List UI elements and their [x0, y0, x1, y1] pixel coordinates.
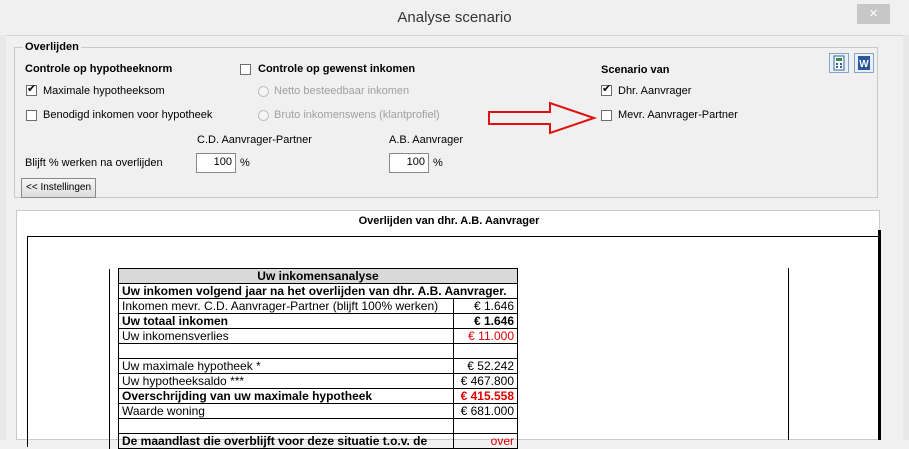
calculator-icon-glyph [833, 55, 845, 71]
row-label: Overschrijding van uw maximale hypotheek [118, 388, 454, 404]
row-value: € 52.242 [453, 358, 518, 374]
table-row: Uw totaal inkomen € 1.646 [109, 313, 518, 329]
scenario-van-heading: Scenario van [601, 64, 670, 76]
table-row: Overschrijding van uw maximale hypotheek… [109, 388, 518, 404]
row-value: € 467.800 [453, 373, 518, 389]
check-mark-icon: ✔ [602, 83, 612, 95]
row-value: over [453, 433, 518, 449]
row-label: Uw inkomensverlies [118, 328, 454, 344]
benodigd-inkomen-label: Benodigd inkomen voor hypotheek [43, 109, 213, 121]
row-label: De maandlast die overblijft voor deze si… [118, 433, 454, 449]
maximale-hypotheeksom-checkbox[interactable]: ✔ [26, 83, 37, 96]
word-icon[interactable]: W [854, 53, 874, 73]
table-header: Uw inkomensanalyse [118, 268, 518, 284]
partner-column-header: C.D. Aanvrager-Partner [197, 134, 312, 146]
table-row [109, 418, 518, 434]
row-label: Uw maximale hypotheek * [118, 358, 454, 374]
hypotheeknorm-heading: Controle op hypotheeknorm [25, 63, 173, 75]
maximale-hypotheeksom-label: Maximale hypotheeksom [43, 85, 165, 97]
row-label: Uw totaal inkomen [118, 313, 454, 329]
table-row: De maandlast die overblijft voor deze si… [109, 433, 518, 449]
table-row [109, 343, 518, 359]
table-row: Uw inkomen volgend jaar na het overlijde… [109, 283, 518, 299]
report-title: Overlijden van dhr. A.B. Aanvrager [358, 215, 540, 227]
row-label: Waarde woning [118, 403, 454, 419]
check-mark-icon: ✔ [27, 83, 37, 95]
calculator-icon[interactable] [829, 53, 849, 73]
row-label: Uw hypotheeksaldo *** [118, 373, 454, 389]
window-border-right [903, 35, 909, 440]
bruto-inkomenswens-label: Bruto inkomenswens (klantprofiel) [274, 109, 440, 121]
row-value: € 11.000 [453, 328, 518, 344]
aanvrager-percent-sign: % [433, 157, 443, 169]
row-value: € 681.000 [453, 403, 518, 419]
dhr-aanvrager-label: Dhr. Aanvrager [618, 85, 692, 97]
window-border-left [0, 35, 6, 440]
table-row: Uw inkomensverlies € 11.000 [109, 328, 518, 344]
dhr-aanvrager-checkbox[interactable]: ✔ [601, 83, 612, 96]
netto-besteedbaar-label: Netto besteedbaar inkomen [274, 85, 410, 97]
netto-besteedbaar-radio[interactable] [258, 86, 269, 97]
title-bar: Analyse scenario × [0, 0, 909, 36]
table-right-border [788, 268, 789, 440]
row-value: € 1.646 [453, 298, 518, 314]
partner-percentage-input[interactable]: 100 [196, 153, 236, 173]
svg-text:W: W [859, 59, 869, 70]
report-page-edge [878, 230, 881, 440]
close-button[interactable]: × [857, 4, 890, 24]
blijft-werken-label: Blijft % werken na overlijden [25, 157, 163, 169]
table-row: Uw maximale hypotheek * € 52.242 [109, 358, 518, 374]
instellingen-button[interactable]: << Instellingen [21, 178, 97, 198]
row-value: € 415.558 [453, 388, 518, 404]
bruto-inkomenswens-radio[interactable] [258, 110, 269, 121]
word-icon-glyph: W [858, 56, 870, 70]
table-row: Uw hypotheeksaldo *** € 467.800 [109, 373, 518, 389]
table-row: Waarde woning € 681.000 [109, 403, 518, 419]
subheader-cell: Uw inkomen volgend jaar na het overlijde… [118, 283, 518, 299]
income-analysis-table: Uw inkomensanalyse Uw inkomen volgend ja… [109, 268, 518, 449]
mevr-partner-label: Mevr. Aanvrager-Partner [618, 109, 738, 121]
mevr-partner-checkbox[interactable] [601, 110, 612, 121]
row-value: € 1.646 [453, 313, 518, 329]
aanvrager-percentage-input[interactable]: 100 [389, 153, 429, 173]
red-arrow-icon [488, 101, 598, 135]
table-header-row: Uw inkomensanalyse [109, 268, 518, 284]
partner-percent-sign: % [240, 157, 250, 169]
group-legend: Overlijden [25, 41, 79, 53]
aanvrager-column-header: A.B. Aanvrager [389, 134, 463, 146]
row-label: Inkomen mevr. C.D. Aanvrager-Partner (bl… [118, 298, 454, 314]
table-row: Inkomen mevr. C.D. Aanvrager-Partner (bl… [109, 298, 518, 314]
benodigd-inkomen-checkbox[interactable] [26, 110, 37, 121]
gewenst-inkomen-checkbox[interactable] [240, 64, 251, 75]
gewenst-inkomen-heading: Controle op gewenst inkomen [258, 63, 416, 75]
window-title: Analyse scenario [397, 9, 512, 26]
